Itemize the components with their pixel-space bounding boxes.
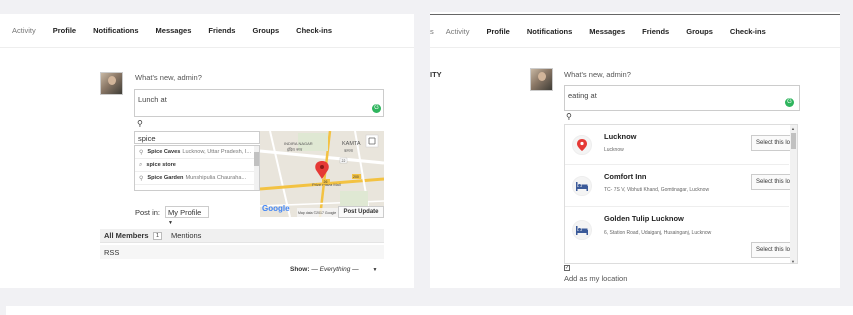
tab-groups[interactable]: Groups bbox=[686, 27, 713, 36]
grammarly-icon[interactable]: G bbox=[785, 98, 794, 107]
location-address: 6, Station Road, Udaiganj, Husainganj, L… bbox=[604, 230, 712, 236]
bed-icon bbox=[572, 220, 592, 240]
tab-profile[interactable]: Profile bbox=[487, 27, 510, 36]
show-filter-value: — Everything — bbox=[311, 266, 359, 273]
avatar[interactable] bbox=[530, 68, 553, 91]
tab-check-ins[interactable]: Check-ins bbox=[730, 27, 766, 36]
tab-friends[interactable]: Friends bbox=[642, 27, 669, 36]
location-search-value: spice bbox=[138, 134, 156, 143]
tab-notifications[interactable]: Notifications bbox=[527, 27, 572, 36]
profile-tabs: s Activity Profile Notifications Message… bbox=[430, 14, 840, 48]
location-item[interactable]: Comfort Inn TC- 7S V, Vibhuti Khand, Gom… bbox=[565, 165, 797, 207]
suggestion-item[interactable]: ⚲ Spice Garden Munshipulia Chauraha... bbox=[135, 172, 259, 185]
post-update-button[interactable]: Post Update bbox=[338, 206, 384, 218]
location-pin-icon[interactable]: ⚲ bbox=[566, 113, 572, 121]
map-label-kamta: KAMTA bbox=[342, 141, 361, 147]
show-filter[interactable]: Show: — Everything — ▼ bbox=[290, 266, 377, 273]
status-text: eating at bbox=[568, 91, 597, 100]
road-number: 22 bbox=[342, 159, 346, 163]
tab-mentions[interactable]: Mentions bbox=[171, 231, 201, 240]
status-text: Lunch at bbox=[138, 95, 167, 104]
profile-tabs: Activity Profile Notifications Messages … bbox=[0, 14, 414, 48]
map-view[interactable]: INDIRA NAGAR इंदिरा नगर KAMTA कमता Prize… bbox=[260, 131, 384, 217]
add-location-label: Add as my location bbox=[564, 274, 628, 283]
rss-link[interactable]: RSS bbox=[104, 248, 119, 257]
bed-icon bbox=[572, 176, 592, 196]
section-heading-partial: ITY bbox=[430, 70, 442, 79]
suggestions-scrollbar[interactable] bbox=[254, 146, 259, 190]
status-textarea[interactable]: Lunch at bbox=[134, 89, 384, 117]
show-label: Show: bbox=[290, 266, 310, 273]
whats-new-label: What's new, admin? bbox=[135, 73, 202, 82]
location-results-list: Lucknow Lucknow Select this location Com… bbox=[564, 124, 798, 264]
location-pin-icon[interactable]: ⚲ bbox=[137, 120, 143, 128]
location-item[interactable]: Golden Tulip Lucknow 6, Station Road, Ud… bbox=[565, 207, 797, 263]
tab-profile[interactable]: Profile bbox=[53, 26, 76, 35]
map-label-indira-nagar: INDIRA NAGAR bbox=[284, 141, 313, 146]
map-attribution: Map data ©2017 Google bbox=[298, 211, 336, 215]
rss-row: RSS bbox=[100, 245, 384, 259]
location-item[interactable]: Lucknow Lucknow Select this location bbox=[565, 125, 797, 165]
pin-icon: ⚲ bbox=[139, 149, 144, 156]
location-address: Lucknow bbox=[604, 147, 624, 153]
tab-activity[interactable]: Activity bbox=[12, 26, 36, 35]
avatar[interactable] bbox=[100, 72, 123, 95]
road-number: 200 bbox=[353, 175, 359, 179]
tab-check-ins[interactable]: Check-ins bbox=[296, 26, 332, 35]
tab-all-members[interactable]: All Members bbox=[104, 231, 149, 240]
activity-filter-tabs: All Members 1 Mentions bbox=[100, 229, 384, 243]
suggestion-item[interactable]: ⚲ Spice Caves Lucknow, Uttar Pradesh, I.… bbox=[135, 146, 259, 159]
map-label-indira-nagar-hi: इंदिरा नगर bbox=[287, 147, 303, 152]
grammarly-icon[interactable]: G bbox=[372, 104, 381, 113]
location-name: Golden Tulip Lucknow bbox=[604, 214, 684, 223]
scroll-up-icon[interactable]: ▲ bbox=[791, 126, 795, 131]
post-in-label: Post in: bbox=[135, 208, 161, 217]
fullscreen-icon[interactable] bbox=[365, 134, 379, 148]
map-graphic: INDIRA NAGAR इंदिरा नगर KAMTA कमता Prize… bbox=[260, 131, 384, 217]
tab-notifications[interactable]: Notifications bbox=[93, 26, 138, 35]
chevron-down-icon: ▼ bbox=[372, 267, 378, 273]
location-name: Comfort Inn bbox=[604, 172, 647, 181]
tab-activity[interactable]: Activity bbox=[446, 27, 470, 36]
whats-new-label: What's new, admin? bbox=[564, 70, 631, 79]
road-number: 26 bbox=[324, 180, 328, 184]
bottom-panel-edge bbox=[6, 306, 853, 315]
status-textarea[interactable]: eating at bbox=[564, 85, 800, 111]
location-address: TC- 7S V, Vibhuti Khand, Gomtinagar, Luc… bbox=[604, 187, 710, 193]
pin-icon: ⚲ bbox=[139, 175, 144, 182]
scroll-down-icon[interactable]: ▼ bbox=[791, 259, 795, 263]
left-panel: Activity Profile Notifications Messages … bbox=[0, 14, 414, 288]
tab-friends[interactable]: Friends bbox=[208, 26, 235, 35]
tab-groups[interactable]: Groups bbox=[252, 26, 279, 35]
add-location-checkbox[interactable]: ✓ bbox=[564, 265, 570, 271]
tab-partial[interactable]: s bbox=[430, 27, 434, 36]
tab-messages[interactable]: Messages bbox=[589, 27, 625, 36]
suggestion-item[interactable]: ⌕ spice store bbox=[135, 159, 259, 172]
members-count-badge: 1 bbox=[153, 232, 163, 240]
map-label-kamta-hi: कमता bbox=[344, 148, 354, 153]
map-pin-icon bbox=[572, 135, 592, 155]
location-name: Lucknow bbox=[604, 132, 637, 141]
search-icon: ⌕ bbox=[139, 161, 143, 168]
location-list-scrollbar[interactable]: ▲ ▼ bbox=[790, 125, 797, 263]
chevron-down-icon: ▼ bbox=[168, 220, 173, 226]
right-panel: s Activity Profile Notifications Message… bbox=[430, 12, 840, 288]
tab-messages[interactable]: Messages bbox=[156, 26, 192, 35]
location-suggestions: ⚲ Spice Caves Lucknow, Uttar Pradesh, I.… bbox=[134, 145, 260, 191]
google-logo: Google bbox=[262, 204, 290, 213]
post-in-select[interactable]: My Profile ▼ bbox=[165, 206, 209, 226]
location-search-input[interactable]: spice bbox=[134, 131, 260, 144]
